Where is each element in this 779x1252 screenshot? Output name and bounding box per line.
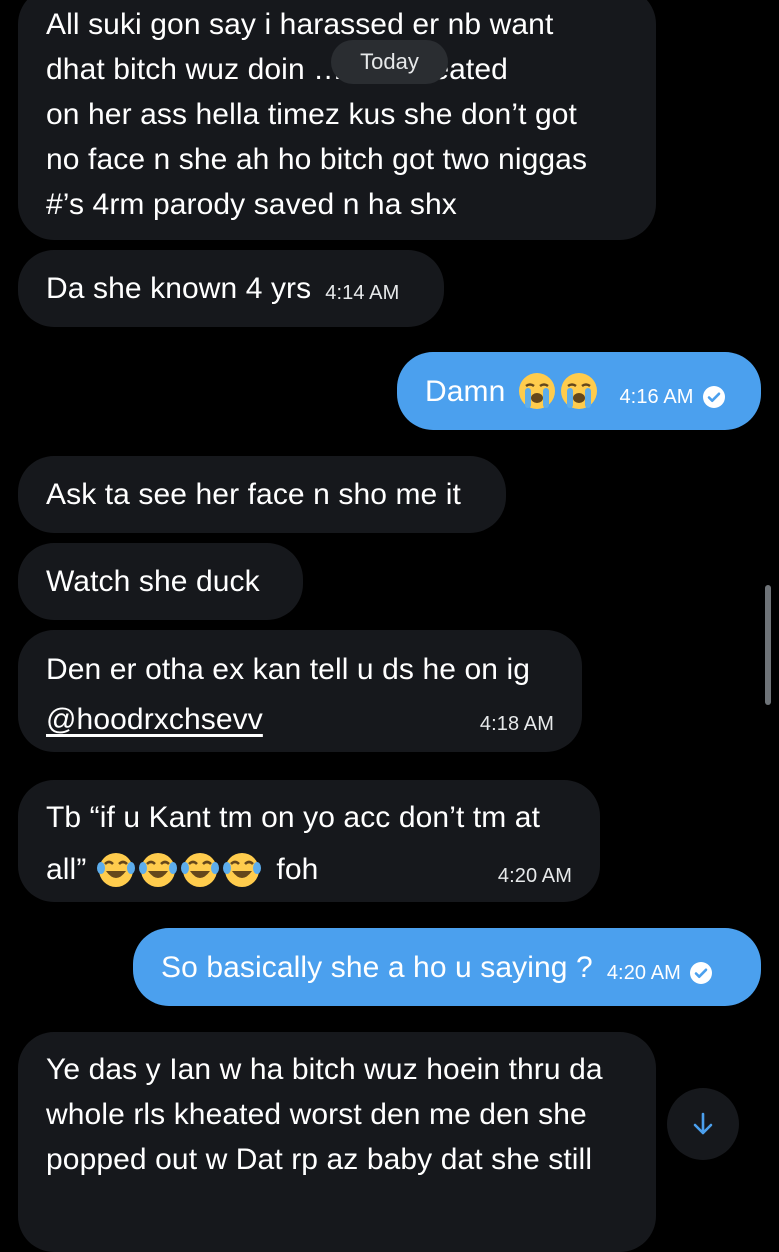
check-circle-icon bbox=[689, 962, 712, 984]
message-bubble-outgoing[interactable]: Damn 4:16 AM bbox=[397, 352, 761, 430]
check-circle-icon bbox=[702, 386, 725, 408]
message-text: all” bbox=[46, 853, 87, 886]
message-bubble-incoming[interactable]: Tb “if u Kant tm on yo acc don’t tm at a… bbox=[18, 780, 600, 902]
message-bubble-incoming[interactable]: Ask ta see her face n sho me it bbox=[18, 456, 506, 533]
message-meta: 4:16 AM bbox=[619, 375, 725, 420]
message-timestamp: 4:16 AM bbox=[619, 385, 694, 408]
message-text-line: Ye das y Ian w ha bitch wuz hoein thru d… bbox=[46, 1053, 603, 1086]
tears-of-joy-icon bbox=[223, 852, 262, 887]
message-thread: All suki gon say i harassed er nb want d… bbox=[0, 0, 779, 1252]
message-text: So basically she a ho u saying ? bbox=[161, 950, 593, 984]
message-bubble-incoming[interactable]: Ye das y Ian w ha bitch wuz hoein thru d… bbox=[18, 1032, 656, 1252]
loudly-crying-face-icon bbox=[519, 373, 556, 409]
message-timestamp: 4:20 AM bbox=[606, 961, 681, 984]
message-timestamp: 4:18 AM bbox=[479, 713, 554, 735]
message-text-line: All suki gon say i harassed er nb want bbox=[46, 8, 554, 41]
message-text: foh bbox=[276, 853, 319, 886]
message-text: Den er otha ex kan tell u ds he on ig bbox=[46, 653, 531, 686]
tears-of-joy-icon bbox=[181, 852, 220, 887]
loudly-crying-face-icon bbox=[561, 373, 598, 409]
message-text-line: Tb “if u Kant tm on yo acc don’t tm at bbox=[46, 801, 541, 834]
tears-of-joy-icon bbox=[139, 852, 178, 887]
tears-of-joy-icon bbox=[97, 852, 136, 887]
message-text: Ask ta see her face n sho me it bbox=[46, 478, 461, 511]
message-meta: 4:20 AM bbox=[607, 951, 713, 996]
message-bubble-incoming[interactable]: Den er otha ex kan tell u ds he on ig @h… bbox=[18, 630, 582, 752]
message-text: Damn bbox=[425, 374, 506, 408]
date-separator: Today bbox=[331, 40, 448, 84]
message-timestamp: 4:20 AM bbox=[497, 865, 572, 887]
message-text-line: popped out w Dat rp az baby dat she stil… bbox=[46, 1143, 593, 1176]
message-text-line: on her ass hella timez kus she don’t got bbox=[46, 98, 577, 131]
message-text: Watch she duck bbox=[46, 565, 260, 598]
message-text-line: whole rls kheated worst den me den she bbox=[46, 1098, 587, 1131]
message-timestamp: 4:14 AM bbox=[325, 282, 400, 304]
message-bubble-incoming[interactable]: All suki gon say i harassed er nb want d… bbox=[18, 0, 656, 240]
message-text: Da she known 4 yrs bbox=[46, 272, 312, 305]
mention-link[interactable]: @hoodrxchsevv bbox=[46, 697, 263, 742]
message-text-line: no face n she ah ho bitch got two niggas bbox=[46, 143, 588, 176]
message-bubble-incoming[interactable]: Watch she duck bbox=[18, 543, 303, 620]
scrollbar[interactable] bbox=[765, 585, 771, 705]
message-bubble-incoming[interactable]: Da she known 4 yrs 4:14 AM bbox=[18, 250, 444, 327]
arrow-down-icon bbox=[693, 1112, 713, 1135]
message-text-line: #’s 4rm parody saved n ha shx bbox=[46, 188, 457, 221]
scroll-to-bottom-button[interactable] bbox=[667, 1088, 739, 1160]
message-bubble-outgoing[interactable]: So basically she a ho u saying ? 4:20 AM bbox=[133, 928, 761, 1006]
